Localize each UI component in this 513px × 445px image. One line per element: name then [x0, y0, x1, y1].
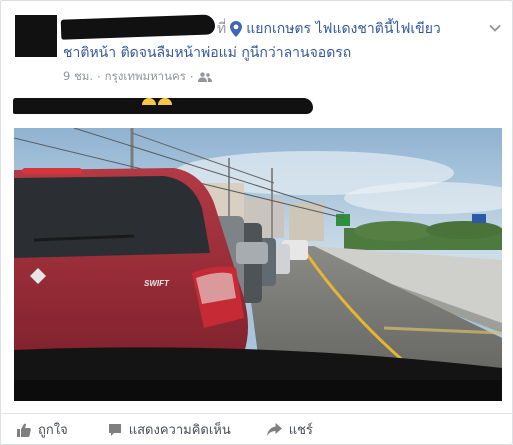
redacted-author-name: [60, 14, 216, 40]
like-label: ถูกใจ: [38, 423, 68, 438]
friends-icon[interactable]: [197, 72, 212, 82]
share-label: แชร์: [288, 423, 313, 438]
pin-icon: [230, 21, 243, 37]
comment-icon: [108, 423, 121, 436]
avatar[interactable]: [15, 15, 57, 57]
meta-separator: ·: [97, 70, 101, 84]
traffic-jam-photo: SWIFT: [14, 128, 502, 401]
meta-separator: ·: [189, 70, 194, 84]
post-card: ที่ แยกเกษตร ไฟแดงชาตินี้ไฟเขียว ชาติหน้…: [0, 0, 513, 445]
post-location[interactable]: กรุงเทพมหานคร: [105, 68, 186, 86]
post-timestamp[interactable]: 9 ชม.: [63, 68, 93, 86]
svg-text:SWIFT: SWIFT: [144, 279, 170, 288]
comment-button[interactable]: แสดงความคิดเห็น: [108, 419, 231, 440]
place-link[interactable]: แยกเกษตร ไฟแดงชาตินี้ไฟเขียว: [246, 19, 441, 39]
place-link-continued[interactable]: ชาติหน้า ติดจนลืมหน้าพ่อแม่ กูนีกว่าลานจ…: [63, 43, 483, 63]
post-actions-bar: ถูกใจ แสดงความคิดเห็น แชร์: [1, 413, 513, 445]
post-photo[interactable]: SWIFT: [14, 128, 502, 401]
thumbs-up-icon: [17, 423, 31, 437]
share-button[interactable]: แชร์: [266, 419, 313, 440]
emoji-icon: [142, 98, 172, 105]
post-meta: 9 ชม. · กรุงเทพมหานคร ·: [63, 68, 212, 86]
share-arrow-icon: [266, 422, 282, 436]
like-button[interactable]: ถูกใจ: [17, 419, 68, 440]
chevron-down-icon[interactable]: [488, 21, 502, 35]
comment-label: แสดงความคิดเห็น: [128, 423, 231, 438]
at-word: ที่: [217, 21, 227, 37]
post-title-line: ที่ แยกเกษตร ไฟแดงชาตินี้ไฟเขียว: [217, 19, 487, 39]
